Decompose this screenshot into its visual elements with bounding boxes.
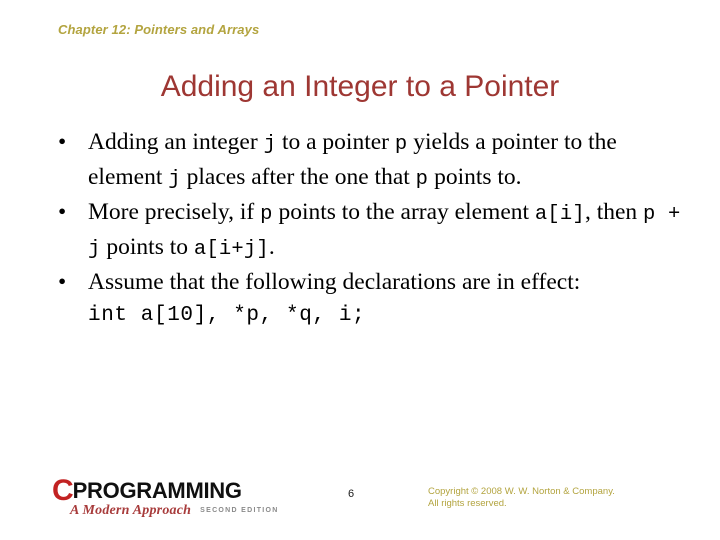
inline-text: points to. <box>428 164 522 190</box>
inline-text: Assume that the following declarations a… <box>88 269 581 295</box>
inline-code: p <box>394 133 408 156</box>
code-declaration-line: int a[10], *p, *q, i; <box>88 304 366 327</box>
inline-text: , then <box>584 199 644 225</box>
bullet-text: Adding an integer j to a pointer p yield… <box>88 126 694 196</box>
copyright-line-2: All rights reserved. <box>428 497 507 509</box>
bullet-text: More precisely, if p points to the array… <box>88 196 694 266</box>
inline-text: . <box>268 234 275 260</box>
inline-text: to a pointer <box>276 129 395 155</box>
bullet-marker-icon: • <box>58 199 67 225</box>
slide-footer: CPROGRAMMING A Modern Approach SECOND EDI… <box>0 476 720 540</box>
inline-text: More precisely, if <box>88 199 261 225</box>
chapter-header: Chapter 12: Pointers and Arrays <box>58 22 260 37</box>
inline-code: p <box>415 168 429 191</box>
copyright-line-1: Copyright © 2008 W. W. Norton & Company. <box>428 486 615 497</box>
inline-code: a[i+j] <box>193 238 269 261</box>
inline-code: j <box>263 133 277 156</box>
book-logo: CPROGRAMMING A Modern Approach SECOND EDI… <box>52 476 282 524</box>
inline-text: places after the one that <box>180 164 416 190</box>
bullet-text: Assume that the following declarations a… <box>88 266 694 299</box>
slide-body: • Adding an integer j to a pointer p yie… <box>46 126 694 332</box>
logo-edition-label: SECOND EDITION <box>200 507 279 514</box>
bullet-marker-icon: • <box>58 269 67 295</box>
page-number: 6 <box>348 488 355 500</box>
bullet-marker-icon: • <box>58 129 67 155</box>
inline-text: points to <box>100 234 194 260</box>
logo-programming-word: PROGRAMMING <box>72 478 242 503</box>
bullet-item: • Adding an integer j to a pointer p yie… <box>46 126 694 196</box>
inline-text: Adding an integer <box>88 129 264 155</box>
inline-text: points to the array element <box>272 199 535 225</box>
logo-subtitle-row: A Modern Approach SECOND EDITION <box>70 501 279 519</box>
logo-subtitle: A Modern Approach <box>70 503 192 518</box>
inline-code: p <box>260 203 273 226</box>
copyright-notice: Copyright © 2008 W. W. Norton & Company.… <box>428 486 615 509</box>
page-title: Adding an Integer to a Pointer <box>160 70 560 103</box>
inline-code: j <box>168 168 181 191</box>
inline-code: a[i] <box>534 203 585 226</box>
bullet-item: • Assume that the following declarations… <box>46 266 694 299</box>
bullet-item: • More precisely, if p points to the arr… <box>46 196 694 266</box>
